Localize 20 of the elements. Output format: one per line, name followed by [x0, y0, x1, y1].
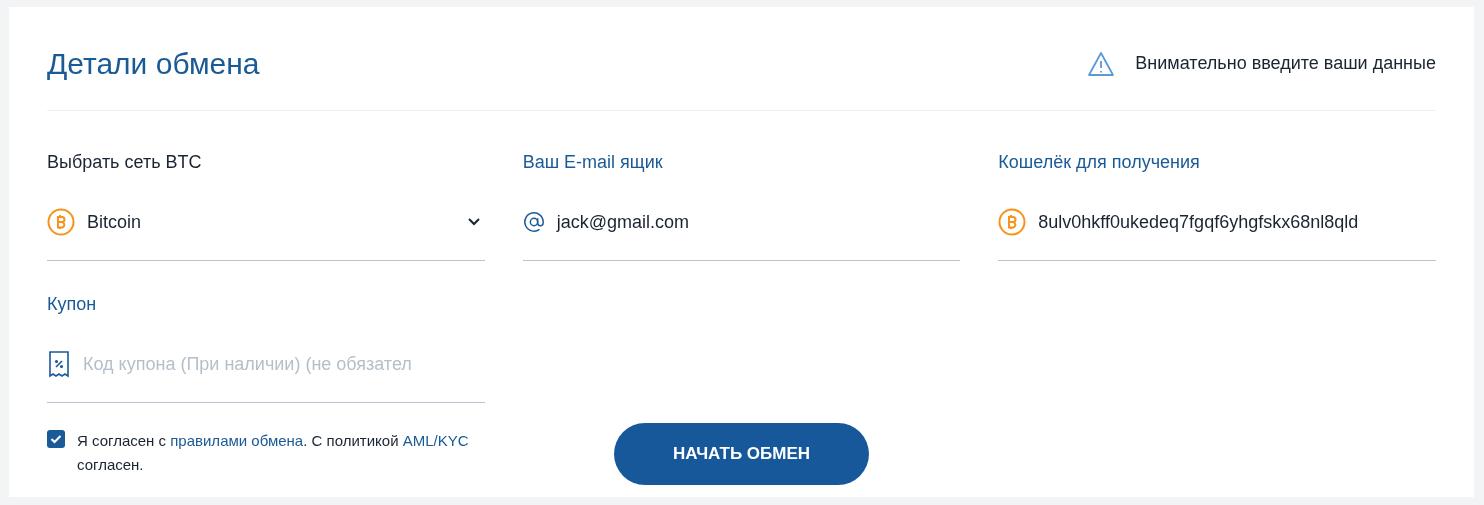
bitcoin-icon [47, 208, 75, 236]
field-label: Купон [47, 293, 98, 316]
input-field[interactable]: 8ulv0hkff0ukedeq7fgqf6yhgfskx68nl8qld [998, 200, 1436, 261]
start-exchange-button[interactable]: НАЧАТЬ ОБМЕН [614, 423, 869, 485]
at-sign-icon [522, 211, 545, 233]
page-title: Детали обмена [47, 46, 260, 82]
agreement-text: Я согласен с правилами обмена. С политикой AML/KYC согласен. [77, 431, 470, 475]
agree-checkbox[interactable] [47, 430, 65, 448]
warning-icon [1087, 50, 1116, 77]
chevron-down-icon [466, 217, 481, 227]
bitcoin-icon [998, 208, 1027, 236]
network-select[interactable]: Bitcoin [47, 200, 485, 261]
coupon-icon [47, 350, 71, 378]
input-field[interactable]: jack@gmail.com [522, 200, 961, 261]
field-label: Выбрать сеть BTC [47, 151, 203, 174]
field-label: Кошелёк для получения [998, 151, 1201, 174]
notice-text: Внимательно введите ваши данные [1135, 52, 1436, 75]
policy-link[interactable]: AML/KYC [402, 432, 469, 449]
field-label: Ваш E-mail ящик [522, 151, 664, 174]
check-icon [50, 434, 62, 444]
